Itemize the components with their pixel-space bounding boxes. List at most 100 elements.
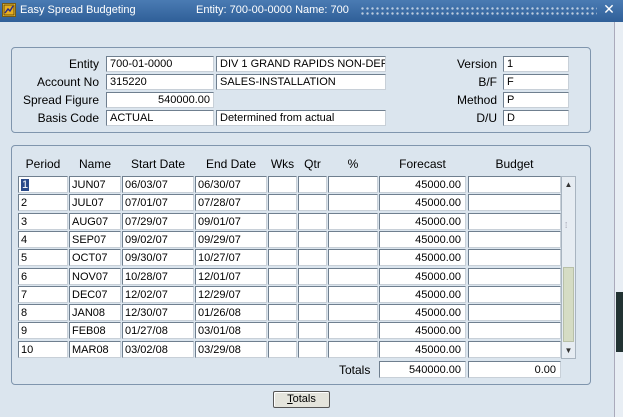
spread-figure-field[interactable]: 540000.00 [106,92,214,108]
cell-start[interactable]: 10/28/07 [122,268,194,285]
cell-pct[interactable] [328,304,378,321]
cell-name[interactable]: JUL07 [69,194,121,211]
cell-wks[interactable] [268,231,297,248]
cell-period[interactable]: 8 [18,304,68,321]
cell-name[interactable]: JUN07 [69,176,121,193]
cell-name[interactable]: AUG07 [69,213,121,230]
cell-start[interactable]: 06/03/07 [122,176,194,193]
cell-start[interactable]: 03/02/08 [122,341,194,358]
cell-period[interactable]: 6 [18,268,68,285]
account-code-field[interactable]: 315220 [106,74,214,90]
cell-end[interactable]: 07/28/07 [195,194,267,211]
cell-pct[interactable] [328,322,378,339]
cell-forecast[interactable]: 45000.00 [379,249,466,266]
cell-period[interactable]: 4 [18,231,68,248]
cell-pct[interactable] [328,249,378,266]
scroll-down-icon[interactable]: ▼ [562,344,575,357]
cell-start[interactable]: 01/27/08 [122,322,194,339]
cell-wks[interactable] [268,249,297,266]
cell-start[interactable]: 07/01/07 [122,194,194,211]
cell-forecast[interactable]: 45000.00 [379,268,466,285]
cell-start[interactable]: 09/30/07 [122,249,194,266]
cell-end[interactable]: 03/01/08 [195,322,267,339]
grid-scrollbar[interactable]: ▲ ⁞ ▼ [561,176,576,359]
cell-end[interactable]: 06/30/07 [195,176,267,193]
cell-period[interactable]: 5 [18,249,68,266]
cell-end[interactable]: 03/29/08 [195,341,267,358]
cell-budget[interactable] [468,322,561,339]
cell-name[interactable]: JAN08 [69,304,121,321]
cell-wks[interactable] [268,213,297,230]
cell-period[interactable]: 7 [18,286,68,303]
cell-period[interactable]: 9 [18,322,68,339]
cell-period[interactable]: 2 [18,194,68,211]
cell-wks[interactable] [268,304,297,321]
cell-pct[interactable] [328,194,378,211]
cell-end[interactable]: 10/27/07 [195,249,267,266]
cell-name[interactable]: NOV07 [69,268,121,285]
cell-budget[interactable] [468,176,561,193]
cell-period[interactable]: 1 [18,176,68,193]
cell-budget[interactable] [468,286,561,303]
cell-wks[interactable] [268,194,297,211]
entity-code-field[interactable]: 700-01-0000 [106,56,214,72]
cell-qtr[interactable] [298,176,327,193]
cell-budget[interactable] [468,194,561,211]
cell-budget[interactable] [468,341,561,358]
cell-forecast[interactable]: 45000.00 [379,341,466,358]
cell-qtr[interactable] [298,249,327,266]
title-bar-grip[interactable] [360,6,597,16]
cell-wks[interactable] [268,176,297,193]
cell-qtr[interactable] [298,194,327,211]
totals-button[interactable]: Totals [273,391,330,408]
grid-scrollbar-thumb[interactable] [563,267,574,342]
cell-forecast[interactable]: 45000.00 [379,322,466,339]
du-field[interactable]: D [503,110,569,126]
cell-forecast[interactable]: 45000.00 [379,194,466,211]
cell-forecast[interactable]: 45000.00 [379,286,466,303]
cell-end[interactable]: 01/26/08 [195,304,267,321]
cell-pct[interactable] [328,231,378,248]
cell-forecast[interactable]: 45000.00 [379,213,466,230]
cell-forecast[interactable]: 45000.00 [379,231,466,248]
cell-end[interactable]: 09/01/07 [195,213,267,230]
basis-code-field[interactable]: ACTUAL [106,110,214,126]
cell-start[interactable]: 12/30/07 [122,304,194,321]
cell-wks[interactable] [268,341,297,358]
cell-qtr[interactable] [298,268,327,285]
cell-wks[interactable] [268,268,297,285]
cell-qtr[interactable] [298,213,327,230]
bf-field[interactable]: F [503,74,569,90]
window-scrollbar-thumb[interactable] [616,292,623,352]
cell-end[interactable]: 12/01/07 [195,268,267,285]
cell-budget[interactable] [468,213,561,230]
cell-name[interactable]: FEB08 [69,322,121,339]
cell-qtr[interactable] [298,286,327,303]
cell-name[interactable]: OCT07 [69,249,121,266]
cell-budget[interactable] [468,249,561,266]
cell-wks[interactable] [268,322,297,339]
cell-qtr[interactable] [298,341,327,358]
cell-start[interactable]: 12/02/07 [122,286,194,303]
close-icon[interactable]: ✕ [601,2,617,18]
window-scrollbar[interactable] [614,22,623,417]
cell-end[interactable]: 12/29/07 [195,286,267,303]
cell-name[interactable]: MAR08 [69,341,121,358]
cell-budget[interactable] [468,231,561,248]
cell-end[interactable]: 09/29/07 [195,231,267,248]
cell-period[interactable]: 3 [18,213,68,230]
cell-pct[interactable] [328,341,378,358]
scroll-up-icon[interactable]: ▲ [562,178,575,191]
cell-start[interactable]: 07/29/07 [122,213,194,230]
cell-forecast[interactable]: 45000.00 [379,176,466,193]
cell-name[interactable]: DEC07 [69,286,121,303]
method-field[interactable]: P [503,92,569,108]
cell-pct[interactable] [328,268,378,285]
cell-budget[interactable] [468,304,561,321]
cell-budget[interactable] [468,268,561,285]
cell-wks[interactable] [268,286,297,303]
cell-forecast[interactable]: 45000.00 [379,304,466,321]
cell-start[interactable]: 09/02/07 [122,231,194,248]
cell-qtr[interactable] [298,322,327,339]
cell-pct[interactable] [328,213,378,230]
